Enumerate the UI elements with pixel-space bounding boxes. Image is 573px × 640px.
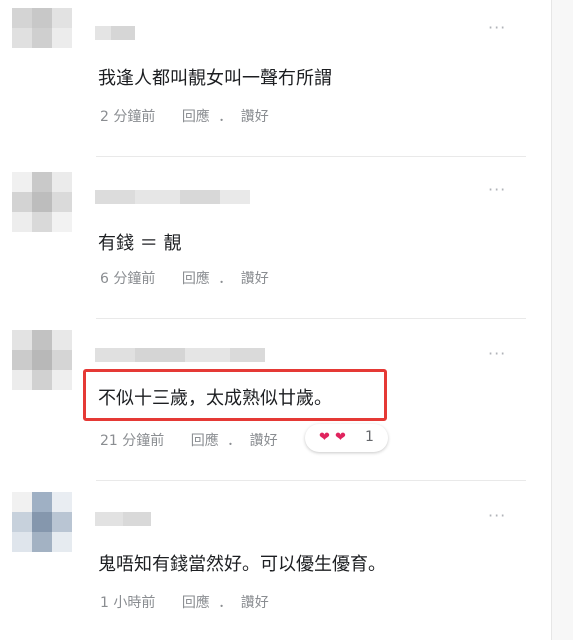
reaction-summary[interactable]: ❤ ❤ 1: [305, 424, 388, 452]
more-dots-icon[interactable]: ···: [488, 18, 506, 37]
meta-separator: ．: [218, 271, 233, 287]
comment-text: 我逢人都叫靚女叫一聲冇所謂: [98, 68, 332, 89]
comment-feed: ··· 我逢人都叫靚女叫一聲冇所謂 2 分鐘前 回應 ． 讚好 ··· 有錢 ＝…: [0, 0, 551, 640]
comment-time: 6 分鐘前: [100, 271, 156, 287]
like-button[interactable]: 讚好: [241, 592, 269, 612]
more-dots-icon[interactable]: ···: [488, 506, 506, 525]
commenter-name[interactable]: [95, 190, 250, 204]
comment-meta: 21 分鐘前 回應 ． 讚好: [100, 430, 278, 450]
avatar[interactable]: [12, 8, 72, 48]
reply-button[interactable]: 回應: [182, 592, 210, 612]
more-dots-icon[interactable]: ···: [488, 180, 506, 199]
comment-text: 不似十三歲，太成熟似廿歲。: [98, 388, 332, 409]
reply-button[interactable]: 回應: [191, 430, 219, 450]
meta-separator: ．: [218, 109, 233, 125]
comment-divider: [96, 156, 526, 157]
like-button[interactable]: 讚好: [250, 430, 278, 450]
comment-text: 有錢 ＝ 靚: [98, 233, 182, 254]
comment-meta: 2 分鐘前 回應 ． 讚好: [100, 106, 269, 126]
commenter-name[interactable]: [95, 348, 265, 362]
comment-text: 鬼唔知有錢當然好。可以優生優育。: [98, 554, 386, 575]
commenter-name[interactable]: [95, 512, 151, 526]
comment-divider: [96, 480, 526, 481]
heart-icon: ❤: [319, 430, 330, 445]
avatar[interactable]: [12, 172, 72, 232]
like-button[interactable]: 讚好: [241, 106, 269, 126]
comment-time: 1 小時前: [100, 595, 156, 611]
comment-divider: [96, 318, 526, 319]
reply-button[interactable]: 回應: [182, 106, 210, 126]
more-dots-icon[interactable]: ···: [488, 344, 506, 363]
meta-separator: ．: [218, 595, 233, 611]
scrollbar-track[interactable]: [552, 0, 573, 640]
reply-button[interactable]: 回應: [182, 268, 210, 288]
avatar[interactable]: [12, 330, 72, 390]
reaction-count: 1: [365, 429, 374, 445]
heart-icon: ❤: [335, 430, 346, 445]
like-button[interactable]: 讚好: [241, 268, 269, 288]
comment-meta: 6 分鐘前 回應 ． 讚好: [100, 268, 269, 288]
meta-separator: ．: [227, 433, 242, 449]
comment-time: 2 分鐘前: [100, 109, 156, 125]
commenter-name[interactable]: [95, 26, 135, 40]
comment-time: 21 分鐘前: [100, 433, 165, 449]
comment-meta: 1 小時前 回應 ． 讚好: [100, 592, 269, 612]
avatar[interactable]: [12, 492, 72, 552]
